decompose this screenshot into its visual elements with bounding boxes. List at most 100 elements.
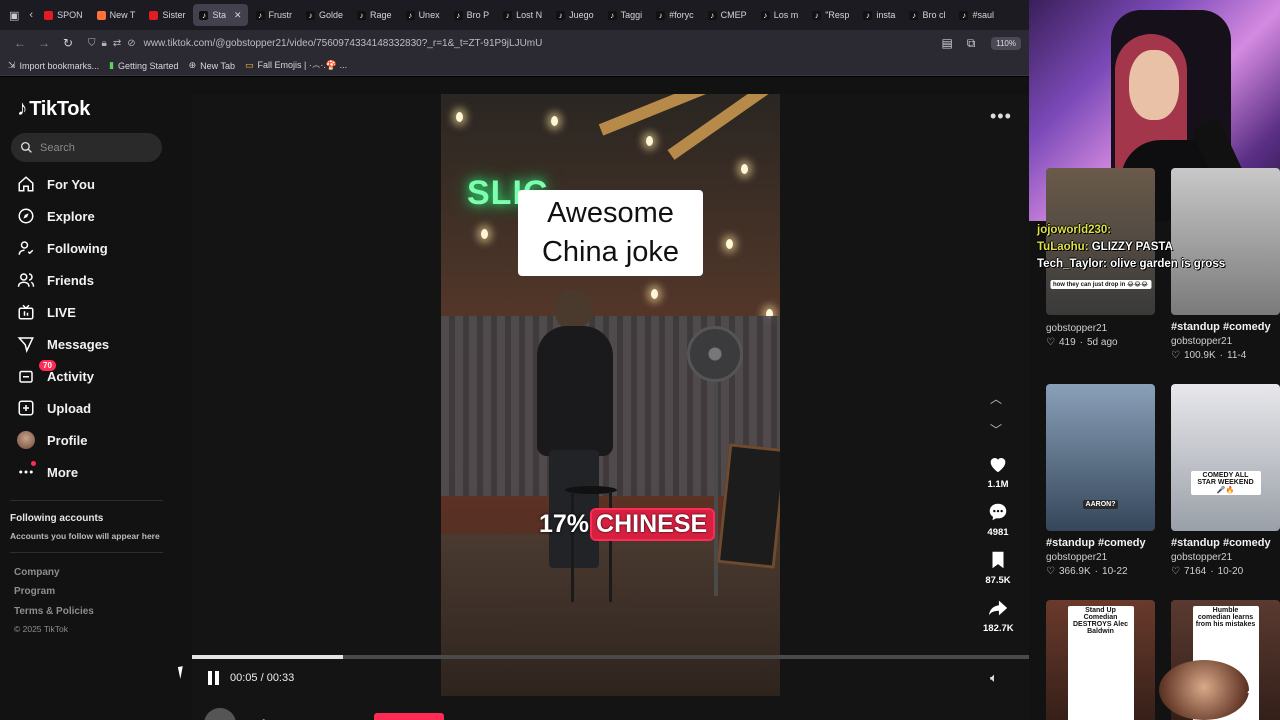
browser-tab[interactable]: ♪ Taggi (602, 4, 649, 26)
comedian-body (537, 326, 613, 456)
browser-tab[interactable]: Sister (143, 4, 191, 26)
back-button[interactable]: ← (8, 36, 32, 50)
picture-in-picture-icon[interactable]: ⧉ (959, 36, 983, 51)
video-title[interactable]: #standup #comedy (1171, 537, 1280, 549)
volume-icon[interactable]: 🔈︎ (990, 670, 998, 686)
browser-tab[interactable]: ♪ Golde (300, 4, 349, 26)
messages-icon (17, 335, 35, 353)
video-author[interactable]: gobstopper21 (1171, 336, 1280, 347)
sidebar-item-activity[interactable]: 70 Activity (17, 360, 94, 385)
browser-tab[interactable]: ♪ Sta ✕ (193, 4, 248, 26)
comment-button[interactable]: 4981 (983, 501, 1013, 538)
tab-label: Juego (569, 10, 594, 20)
video-thumbnail[interactable]: Stand Up Comedian DESTROYS Alec Baldwin (1046, 600, 1155, 720)
reload-button[interactable]: ↻ (56, 36, 80, 50)
bookmark-item[interactable]: ⊕ New Tab (189, 60, 235, 71)
browser-tab[interactable]: ♪ Lost N (497, 4, 548, 26)
reader-view-icon[interactable]: ▤ (935, 36, 959, 50)
divider (10, 500, 163, 501)
sidebar-item-profile[interactable]: Profile (17, 431, 87, 449)
tab-label: #saul (972, 10, 994, 20)
browser-tab[interactable]: ♪ Juego (550, 4, 600, 26)
fan-stand (714, 382, 718, 596)
follow-button[interactable] (374, 713, 444, 720)
video-author[interactable]: gobstopper21 (1046, 552, 1155, 563)
sidebar-item-live[interactable]: LIVE (17, 303, 76, 321)
tab-label: "Resp (825, 10, 850, 20)
share-icon (988, 600, 1008, 616)
bookmark-label: Import bookmarks... (19, 60, 100, 71)
browser-tab[interactable]: SPON (38, 4, 89, 26)
url-text[interactable]: www.tiktok.com/@gobstopper21/video/75609… (144, 38, 543, 49)
video-stats: ♡ 7164 · 10-20 (1171, 566, 1280, 577)
heart-icon: ♡ (1046, 337, 1055, 348)
like-button[interactable]: 1.1M (983, 453, 1013, 490)
permissions-icon[interactable]: ⇄ (113, 38, 121, 49)
footer-link-company[interactable]: Company (14, 567, 60, 578)
browser-tab[interactable]: ♪ Los m (755, 4, 805, 26)
share-button[interactable]: 182.7K (983, 597, 1014, 634)
sidebar-item-messages[interactable]: Messages (17, 335, 109, 353)
video-thumbnail[interactable]: AARON? (1046, 384, 1155, 531)
video-frame[interactable]: SLIC Awesome China joke 17% CHINESE (441, 94, 780, 696)
video-player[interactable]: SLIC Awesome China joke 17% CHINESE ••• … (192, 94, 1029, 720)
browser-tab[interactable]: ♪ Bro cl (903, 4, 951, 26)
pause-button[interactable] (208, 671, 222, 685)
tab-close-icon[interactable]: ✕ (234, 10, 242, 21)
browser-tab[interactable]: ♪ Frustr (250, 4, 299, 26)
browser-tab[interactable]: ♪ Unex (400, 4, 446, 26)
tab-scroll-left-icon[interactable]: ‹ (24, 9, 38, 21)
zoom-level[interactable]: 110% (991, 36, 1021, 50)
lock-icon[interactable]: 🔒︎ (102, 38, 107, 49)
sidebar-item-upload[interactable]: Upload (17, 399, 91, 417)
video-author[interactable]: gobstopper21 (1046, 323, 1155, 334)
browser-tab[interactable]: ♪ "Resp (806, 4, 855, 26)
sidebar-item-for-you[interactable]: For You (17, 175, 95, 193)
shield-icon[interactable]: ⛉ (88, 38, 96, 49)
browser-tab[interactable]: ♪ #saul (953, 4, 1000, 26)
footer-link-terms[interactable]: Terms & Policies (14, 606, 94, 617)
tracking-icon[interactable]: ⊘ (127, 38, 135, 49)
browser-tab[interactable]: New T (91, 4, 142, 26)
bookmark-item[interactable]: ▮ Getting Started (109, 60, 179, 71)
bookmark-item[interactable]: ▭ Fall Emojis | ·෴·.🍄 ... (245, 60, 347, 71)
chat-message: jojoworld230: (1037, 222, 1277, 239)
video-thumbnail[interactable]: COMEDY ALL STAR WEEKEND 🎤🔥 (1171, 384, 1280, 531)
bookmark-item[interactable]: ⇲ Import bookmarks... (8, 60, 99, 71)
light-bulb (551, 116, 558, 126)
browser-tab[interactable]: ♪ #foryc (650, 4, 700, 26)
author-avatar[interactable] (204, 708, 236, 720)
sidebar-item-explore[interactable]: Explore (17, 207, 95, 225)
video-title[interactable]: #standup #comedy (1171, 321, 1280, 333)
author-name[interactable]: gobstopper21 (246, 717, 332, 720)
tab-favicon-icon: ♪ (357, 10, 367, 20)
more-options-icon[interactable]: ••• (990, 106, 1012, 127)
save-button[interactable]: 87.5K (983, 549, 1013, 586)
url-bar[interactable]: ⛉ 🔒︎ ⇄ ⊘ www.tiktok.com/@gobstopper21/vi… (88, 33, 935, 53)
tiktok-logo[interactable]: ♪ TikTok (17, 97, 90, 121)
sidebar-item-following[interactable]: Following (17, 239, 108, 257)
related-video[interactable]: AARON? #standup #comedy gobstopper21 ♡ 366.9… (1046, 384, 1155, 577)
light-bulb (726, 239, 733, 249)
forward-button[interactable]: → (32, 36, 56, 50)
previous-video-icon[interactable]: ︿ (990, 390, 1002, 407)
tab-label: Sister (162, 10, 186, 20)
browser-tab[interactable]: ♪ CMEP (702, 4, 753, 26)
related-video[interactable]: COMEDY ALL STAR WEEKEND 🎤🔥 #standup #come… (1171, 384, 1280, 577)
footer-link-program[interactable]: Program (14, 586, 55, 597)
streamer-face (1129, 50, 1179, 120)
stool-leg (571, 492, 574, 602)
video-title[interactable]: #standup #comedy (1046, 537, 1155, 549)
search-input[interactable]: Search (11, 133, 162, 162)
sidebar-item-friends[interactable]: Friends (17, 271, 94, 289)
tab-list-icon[interactable]: ▣ (4, 9, 24, 22)
video-author[interactable]: gobstopper21 (1171, 552, 1280, 563)
sidebar-item-more[interactable]: More (17, 461, 78, 481)
browser-tab[interactable]: ♪ Bro P (448, 4, 496, 26)
related-video[interactable]: Stand Up Comedian DESTROYS Alec Baldwin (1046, 600, 1155, 720)
video-progress-bar[interactable] (192, 655, 1029, 659)
browser-tab[interactable]: ♪ insta (857, 4, 901, 26)
browser-tab[interactable]: ♪ Rage (351, 4, 398, 26)
video-stats: ♡ 366.9K · 10-22 (1046, 566, 1155, 577)
next-video-icon[interactable]: ﹀ (990, 421, 1002, 438)
